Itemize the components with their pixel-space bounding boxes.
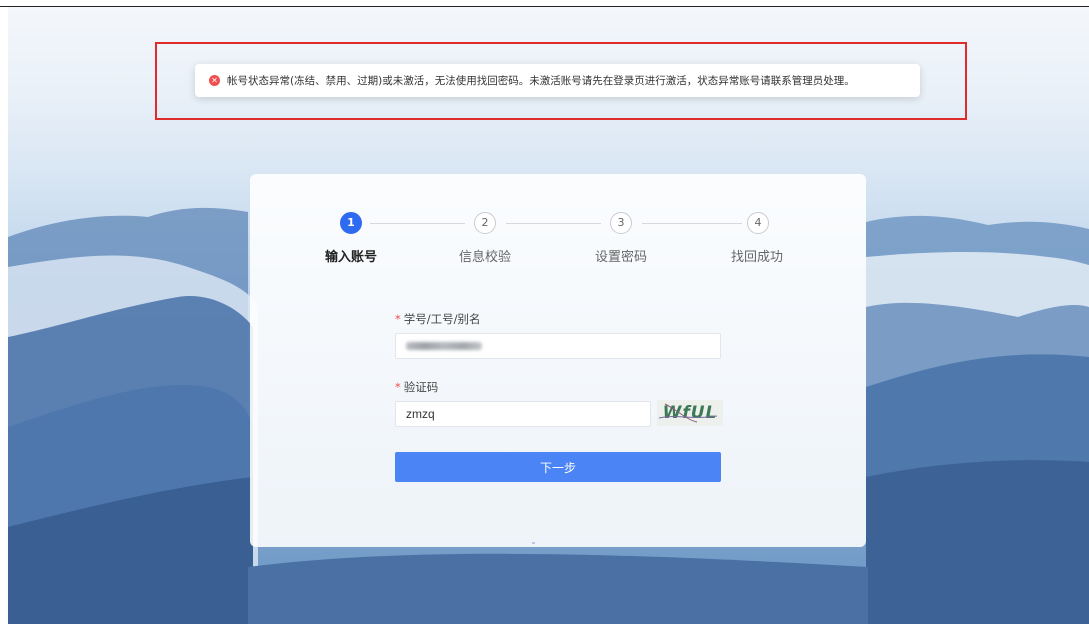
step-1-circle: 1 [340,212,362,234]
account-label: * 学号/工号/别名 [395,312,481,326]
next-step-button[interactable]: 下一步 [395,452,721,482]
required-mark: * [395,312,401,326]
step-4-circle: 4 [747,212,769,234]
step-connector [370,223,465,224]
step-3-circle: 3 [610,212,632,234]
step-2-label: 信息校验 [458,250,511,265]
error-circle-icon: ✕ [209,75,220,86]
captcha-image[interactable]: WfUL [657,400,723,426]
step-connector [506,223,601,224]
decorative-dot [532,542,535,544]
account-input[interactable] [395,333,721,359]
captcha-label: * 验证码 [395,380,439,394]
required-mark: * [395,380,401,394]
step-4-label: 找回成功 [730,250,783,265]
alert-message: 帐号状态异常(冻结、禁用、过期)或未激活，无法使用找回密码。未激活账号请先在登录… [227,75,855,87]
error-alert: ✕ 帐号状态异常(冻结、禁用、过期)或未激活，无法使用找回密码。未激活账号请先在… [195,64,920,97]
progress-steps: 1 2 3 4 输入账号 信息校验 设置密码 找回成功 [250,212,866,272]
step-2-circle: 2 [474,212,496,234]
step-connector [642,223,742,224]
reset-password-card: 1 2 3 4 输入账号 信息校验 设置密码 找回成功 * 学号/工号/别名 * 验… [250,174,866,547]
redacted-account-value [406,342,482,350]
step-3-label: 设置密码 [594,250,647,265]
captcha-input[interactable] [395,401,651,427]
step-1-label: 输入账号 [324,250,377,265]
